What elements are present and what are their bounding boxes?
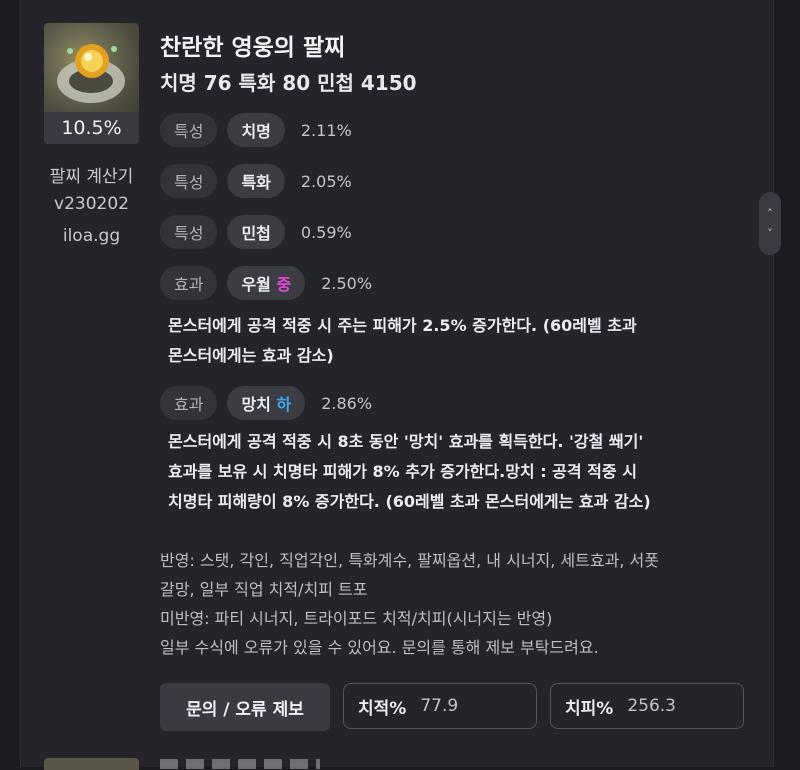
item-title: 찬란한 영웅의 팔찌	[160, 35, 346, 61]
option-row: 특성 민첩 0.59%	[160, 215, 352, 249]
note-line: 갈망, 일부 직업 치적/치피 트포	[160, 580, 368, 599]
crit-rate-label: 치적%	[358, 698, 407, 719]
description-line: 효과를 보유 시 치명타 피해가 8% 추가 증가한다.망치 : 공격 적중 시	[168, 462, 637, 481]
crit-damage-field[interactable]: 치피% 256.3	[550, 683, 744, 729]
next-item-title	[160, 759, 320, 769]
description-line: 치명타 피해량이 8% 증가한다. (60레벨 초과 몬스터에게는 효과 감소)	[168, 492, 651, 511]
crit-rate-value[interactable]: 77.9	[420, 696, 458, 716]
note-line: 반영: 스탯, 각인, 직업각인, 특화계수, 팔찌옵션, 내 시너지, 세트효…	[160, 551, 659, 570]
next-item-image	[44, 758, 139, 770]
description-line: 몬스터에게 공격 적중 시 주는 피해가 2.5% 증가한다. (60레벨 초과	[168, 316, 637, 335]
option-name-badge: 특화	[227, 164, 285, 198]
crit-damage-value[interactable]: 256.3	[627, 696, 676, 716]
option-value: 0.59%	[300, 222, 352, 242]
effect-type-badge: 효과	[160, 266, 218, 300]
effect-type-badge: 효과	[160, 386, 218, 420]
description-line: 몬스터에게는 효과 감소)	[168, 346, 334, 365]
option-type-badge: 특성	[160, 164, 218, 198]
site-link[interactable]: iloa.gg	[40, 226, 143, 246]
effect-value: 2.50%	[321, 273, 373, 293]
effect-description: 몬스터에게 공격 적중 시 주는 피해가 2.5% 증가한다. (60레벨 초과…	[168, 311, 748, 371]
option-type-badge: 특성	[160, 113, 218, 147]
notes: 반영: 스탯, 각인, 직업각인, 특화계수, 팔찌옵션, 내 시너지, 세트효…	[160, 546, 750, 662]
option-name-badge: 민첩	[227, 215, 285, 249]
effect-description: 몬스터에게 공격 적중 시 8초 동안 '망치' 효과를 획득한다. '강철 쐐…	[168, 427, 748, 517]
option-row: 특성 특화 2.05%	[160, 164, 352, 198]
option-type-badge: 특성	[160, 215, 218, 249]
bracelet-image	[44, 23, 139, 118]
version-label: v230202	[54, 194, 129, 214]
calculator-name: 팔찌 계산기	[49, 167, 134, 187]
option-name-badge: 치명	[227, 113, 285, 147]
efficiency-percent: 10.5%	[44, 112, 139, 144]
effect-name-badge: 망치 하	[227, 386, 306, 420]
stat-summary: 치명 76 특화 80 민첩 4150	[160, 71, 417, 95]
option-value: 2.11%	[300, 120, 352, 140]
option-row: 특성 치명 2.11%	[160, 113, 352, 147]
description-line: 몬스터에게 공격 적중 시 8초 동안 '망치' 효과를 획득한다. '강철 쐐…	[168, 432, 644, 451]
chevron-down-icon[interactable]: ˅	[767, 224, 773, 244]
report-error-button[interactable]: 문의 / 오류 제보	[160, 683, 330, 731]
effect-name-badge: 우월 중	[227, 266, 306, 300]
note-line: 미반영: 파티 시너지, 트라이포드 치적/치피(시너지는 반영)	[160, 609, 553, 628]
option-value: 2.05%	[300, 171, 352, 191]
crit-rate-field[interactable]: 치적% 77.9	[343, 683, 537, 729]
effect-value: 2.86%	[321, 393, 373, 413]
scroll-control[interactable]: ˄ ˅	[759, 192, 781, 255]
effect-name: 우월	[241, 275, 271, 294]
effect-name: 망치	[241, 395, 271, 414]
chevron-up-icon[interactable]: ˄	[767, 204, 773, 224]
note-line: 일부 수식에 오류가 있을 수 있어요. 문의를 통해 제보 부탁드려요.	[160, 638, 599, 657]
effect-row: 효과 망치 하 2.86%	[160, 386, 372, 420]
effect-row: 효과 우월 중 2.50%	[160, 266, 372, 300]
effect-grade: 하	[276, 395, 292, 414]
effect-grade: 중	[276, 275, 292, 294]
crit-damage-label: 치피%	[565, 698, 614, 719]
